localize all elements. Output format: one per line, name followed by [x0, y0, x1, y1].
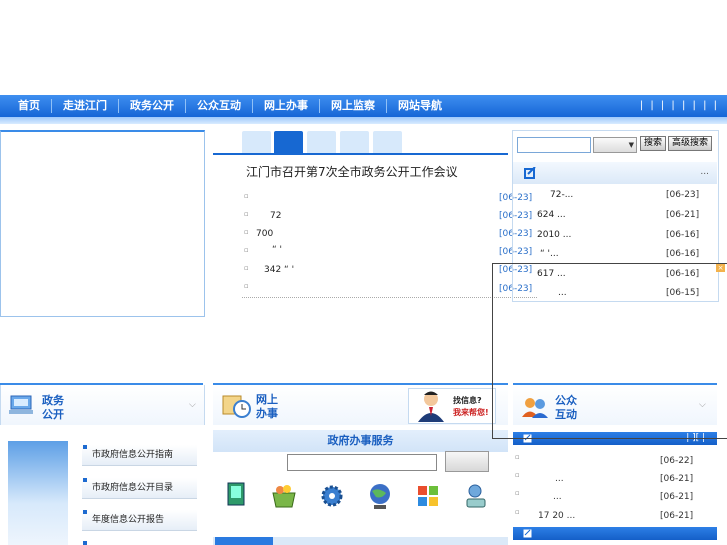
- right-list-item[interactable]: 2010 ...: [537, 230, 571, 240]
- search-scope-select[interactable]: ▼: [593, 137, 637, 153]
- news-tab-4[interactable]: [340, 131, 369, 153]
- advanced-search-button[interactable]: 高级搜索: [668, 136, 712, 151]
- nav-decoration: [0, 117, 727, 124]
- doc-guide-link[interactable]: 市政府信息公开指南: [82, 445, 197, 466]
- nav-right-links[interactable]: | | | | | | | |: [640, 95, 719, 117]
- service-tab-active[interactable]: [215, 537, 273, 545]
- windows-icon[interactable]: [414, 481, 442, 511]
- hudong-date: [06-22]: [660, 456, 694, 466]
- news-headline[interactable]: 江门市召开第7次全市政务公开工作会议: [246, 163, 458, 180]
- right-list-item[interactable]: 72-...: [550, 190, 573, 200]
- nav-separator: [185, 99, 186, 113]
- banshi-title-1: 网上: [256, 393, 278, 406]
- hudong-item[interactable]: ...: [555, 474, 564, 484]
- right-list-item[interactable]: “ '...: [540, 249, 559, 259]
- bullet-icon: ▫: [244, 192, 249, 200]
- right-list-header: ...: [513, 162, 717, 184]
- hudong-date: [06-21]: [660, 474, 694, 484]
- zhengwu-title-1: 政务: [42, 394, 64, 407]
- find-info-banner[interactable]: 找信息? 我来帮您!: [408, 388, 496, 424]
- news-item[interactable]: 342 “ ': [264, 265, 294, 275]
- hudong-date: [06-21]: [660, 492, 694, 502]
- computer-icon: [9, 395, 33, 414]
- nav-about[interactable]: 走进江门: [55, 95, 115, 117]
- right-list-date: [06-23]: [666, 190, 700, 200]
- nav-interaction[interactable]: 公众互动: [189, 95, 249, 117]
- edit-icon: [523, 529, 532, 538]
- basket-icon[interactable]: [270, 481, 298, 511]
- chevron-down-icon: ▼: [628, 141, 634, 149]
- edit-icon: [524, 167, 536, 179]
- floating-popup[interactable]: [492, 263, 727, 439]
- bullet-icon: ▫: [515, 453, 520, 461]
- nav-separator: [386, 99, 387, 113]
- hudong-item[interactable]: ...: [553, 492, 562, 502]
- hudong-bar-2: [513, 527, 717, 540]
- news-tab-underline: [213, 153, 508, 155]
- service-search-input[interactable]: [287, 454, 437, 471]
- bullet-icon: ▫: [244, 228, 249, 236]
- gear-icon[interactable]: [318, 481, 346, 511]
- nav-supervision[interactable]: 网上监察: [323, 95, 383, 117]
- right-list-date: [06-16]: [666, 230, 700, 240]
- banshi-title-2: 办事: [256, 407, 278, 420]
- service-search-button[interactable]: [445, 451, 489, 472]
- news-item[interactable]: “ ': [272, 245, 282, 255]
- doc-report-link[interactable]: 年度信息公开报告: [82, 510, 197, 531]
- corner-marker: [83, 445, 87, 449]
- news-item[interactable]: 72: [270, 211, 281, 221]
- news-tab-1[interactable]: [242, 131, 271, 153]
- user-search-icon[interactable]: [462, 481, 490, 511]
- service-tab-bar: [213, 537, 508, 545]
- banner-text-2: 我来帮您!: [453, 408, 489, 417]
- nav-gov-affairs[interactable]: 政务公开: [122, 95, 182, 117]
- service-title: 政府办事服务: [213, 430, 508, 452]
- nav-separator: [252, 99, 253, 113]
- nav-online-services[interactable]: 网上办事: [256, 95, 316, 117]
- decorative-image: [8, 441, 68, 545]
- news-tab-5[interactable]: [373, 131, 402, 153]
- news-tab-3[interactable]: [307, 131, 336, 153]
- nav-separator: [319, 99, 320, 113]
- book-icon[interactable]: [222, 481, 250, 511]
- right-list-date: [06-16]: [666, 249, 700, 259]
- news-item[interactable]: 700: [256, 229, 273, 239]
- corner-marker: [83, 478, 87, 482]
- hudong-item[interactable]: 17 20 ...: [538, 511, 575, 521]
- nav-separator: [51, 99, 52, 113]
- search-input[interactable]: [517, 137, 591, 153]
- more-link[interactable]: ...: [700, 167, 709, 177]
- corner-marker: [83, 541, 87, 545]
- bullet-icon: ▫: [244, 210, 249, 218]
- assistant-figure-icon: [418, 391, 444, 422]
- corner-marker: [83, 510, 87, 514]
- globe-icon[interactable]: [366, 481, 394, 511]
- close-icon[interactable]: ×: [716, 264, 725, 272]
- bullet-icon: ▫: [244, 282, 249, 290]
- nav-separator: [118, 99, 119, 113]
- banner-text-1: 找信息?: [453, 396, 482, 405]
- nav-home[interactable]: 首页: [8, 95, 50, 117]
- bullet-icon: ▫: [244, 264, 249, 272]
- focus-image-panel[interactable]: [0, 130, 205, 317]
- right-list-date: [06-21]: [666, 210, 700, 220]
- bullet-icon: ▫: [515, 489, 520, 497]
- bullet-icon: ▫: [515, 508, 520, 516]
- bullet-icon: ▫: [515, 471, 520, 479]
- nav-sitemap[interactable]: 网站导航: [390, 95, 450, 117]
- bullet-icon: ▫: [244, 246, 249, 254]
- top-nav: 首页 走进江门 政务公开 公众互动 网上办事 网上监察 网站导航 | | | |…: [0, 95, 727, 117]
- hudong-date: [06-21]: [660, 511, 694, 521]
- search-button[interactable]: 搜索: [640, 136, 666, 151]
- right-list-item[interactable]: 624 ...: [537, 210, 566, 220]
- chevron-down-icon[interactable]: ⌵: [189, 400, 196, 410]
- zhengwu-title-2: 公开: [42, 408, 64, 421]
- calendar-clock-icon: [222, 395, 251, 418]
- news-tab-2[interactable]: [274, 131, 303, 153]
- doc-catalog-link[interactable]: 市政府信息公开目录: [82, 478, 197, 499]
